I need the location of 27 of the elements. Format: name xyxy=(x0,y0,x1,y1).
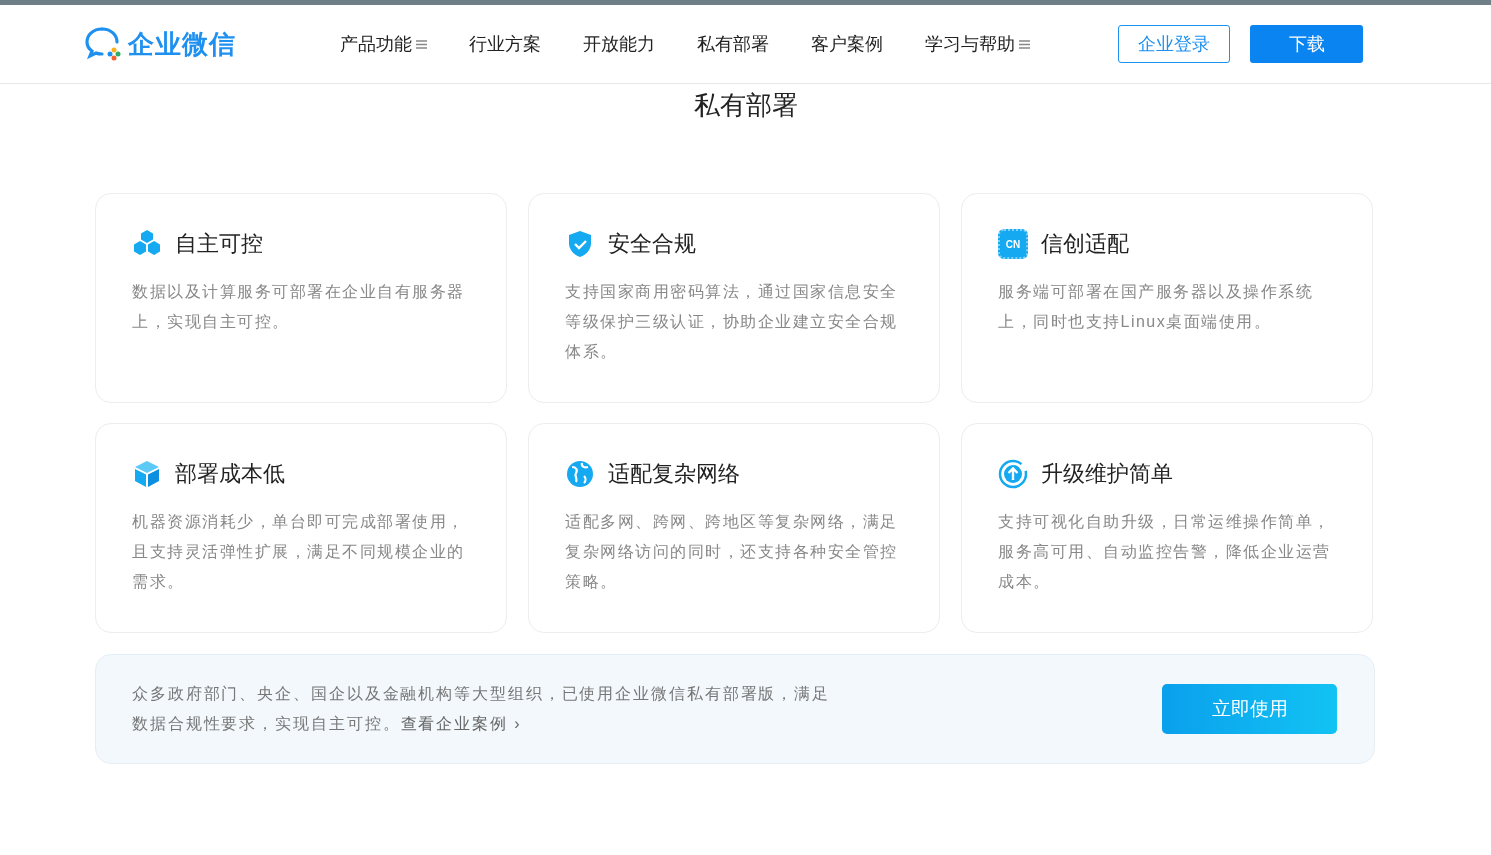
card-title: 安全合规 xyxy=(608,230,696,258)
section-title: 私有部署 xyxy=(692,89,799,122)
chip-icon: CN xyxy=(998,229,1028,259)
nav-link[interactable]: 行业方案 xyxy=(469,32,541,56)
card-title: 自主可控 xyxy=(175,230,263,258)
card-description: 服务端可部署在国产服务器以及操作系统上，同时也支持Linux桌面端使用。 xyxy=(998,282,1314,332)
nav-link[interactable]: 学习与帮助 xyxy=(925,32,1030,56)
cube-icon xyxy=(132,459,162,489)
card-description: 机器资源消耗少，单台即可完成部署使用，且支持灵活弹性扩展，满足不同规模企业的需求。 xyxy=(132,512,466,592)
download-button[interactable]: 下载 xyxy=(1250,25,1363,63)
card-description: 数据以及计算服务可部署在企业自有服务器上，实现自主可控。 xyxy=(132,282,466,332)
nav-link[interactable]: 产品功能 xyxy=(340,32,427,56)
globe-icon xyxy=(565,459,595,489)
nav-link[interactable]: 开放能力 xyxy=(583,32,655,56)
card-description: 适配多网、跨网、跨地区等复杂网络，满足复杂网络访问的同时，还支持各种安全管控策略。 xyxy=(565,512,899,592)
menu-icon xyxy=(416,39,427,49)
card-title: 部署成本低 xyxy=(175,460,285,488)
nav-link[interactable]: 私有部署 xyxy=(697,32,769,56)
card-title: 适配复杂网络 xyxy=(608,460,740,488)
menu-icon xyxy=(1019,39,1030,49)
banner-text: 众多政府部门、央企、国企以及金融机构等大型组织，已使用企业微信私有部署版，满足数据合规性要求，实现自主可控。查看企业案例 › xyxy=(132,684,832,734)
nav-link[interactable]: 客户案例 xyxy=(811,32,883,56)
card-title: 信创适配 xyxy=(1041,230,1129,258)
card-description: 支持可视化自助升级，日常运维操作简单，服务高可用、自动监控告警，降低企业运营成本。 xyxy=(998,512,1332,592)
case-link[interactable]: 查看企业案例 › xyxy=(400,715,522,732)
card-title: 升级维护简单 xyxy=(1041,460,1173,488)
card-description: 支持国家商用密码算法，通过国家信息安全等级保护三级认证，协助企业建立安全合规体系。 xyxy=(565,282,899,362)
